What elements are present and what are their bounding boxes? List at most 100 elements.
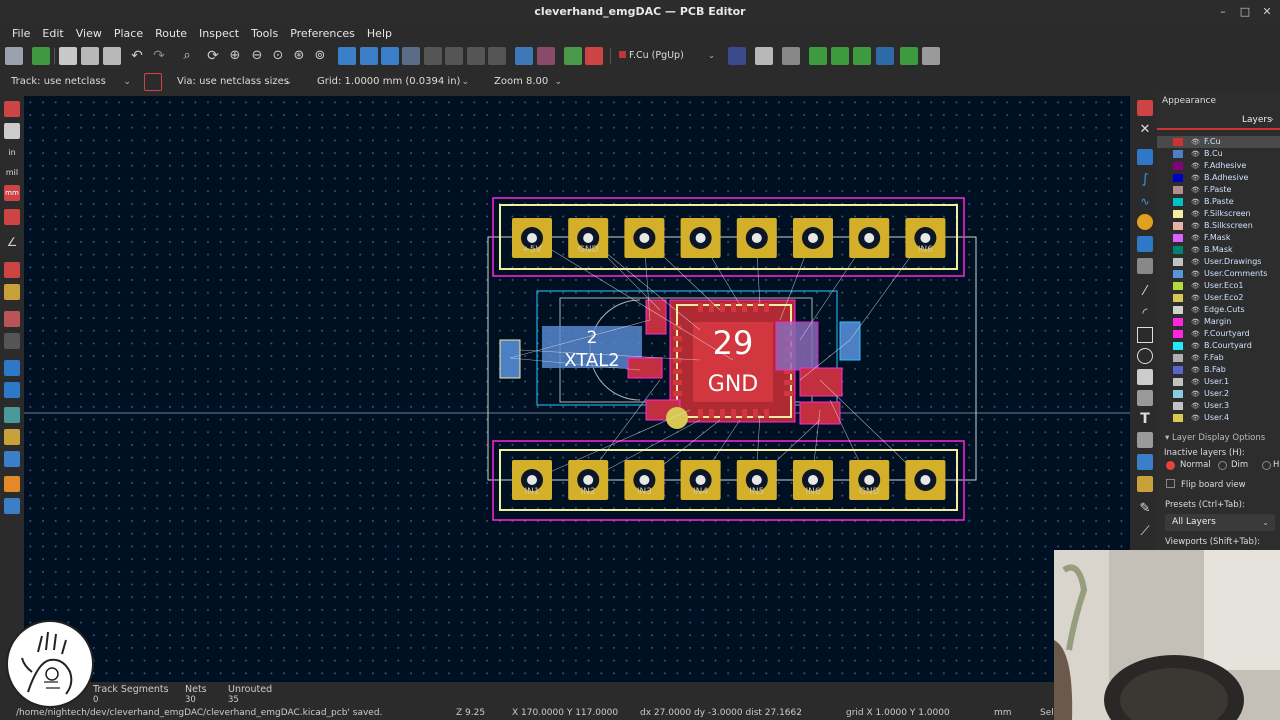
delete-icon[interactable] xyxy=(1137,476,1153,492)
measure-icon[interactable]: ✎ xyxy=(1137,501,1153,517)
layer-row-user-4[interactable]: 👁 User.4 xyxy=(1157,412,1280,424)
visibility-eye-icon[interactable]: 👁 xyxy=(1191,196,1200,208)
qfn-pin[interactable] xyxy=(673,369,682,374)
layer-color-swatch[interactable] xyxy=(1173,174,1183,182)
mm-units-icon[interactable]: mm xyxy=(4,185,20,201)
find-icon[interactable]: ⌕ xyxy=(178,47,196,65)
layer-row-margin[interactable]: 👁 Margin xyxy=(1157,316,1280,328)
zoom-in-icon[interactable]: ⊕ xyxy=(226,47,244,65)
draw-polygon-icon[interactable] xyxy=(1137,369,1153,385)
menu-view[interactable]: View xyxy=(70,24,108,44)
layer-color-swatch[interactable] xyxy=(1173,246,1183,254)
visibility-eye-icon[interactable]: 👁 xyxy=(1191,208,1200,220)
qfn-pin[interactable] xyxy=(673,325,682,330)
radio-dim-icon[interactable] xyxy=(1218,461,1227,470)
menu-place[interactable]: Place xyxy=(108,24,149,44)
layer-color-swatch[interactable] xyxy=(1173,378,1183,386)
layer-color-swatch[interactable] xyxy=(1173,222,1183,230)
visibility-eye-icon[interactable]: 👁 xyxy=(1191,160,1200,172)
layers-manager-icon[interactable] xyxy=(4,429,20,445)
ruler-icon[interactable]: ⟋ xyxy=(1137,524,1153,540)
qfn-pin[interactable] xyxy=(698,409,703,418)
plugin-icon[interactable] xyxy=(853,47,871,65)
plugin-icon[interactable] xyxy=(876,47,894,65)
layer-row-user-eco2[interactable]: 👁 User.Eco2 xyxy=(1157,292,1280,304)
zoom-selection-icon[interactable]: ⊚ xyxy=(311,47,329,65)
print-icon[interactable] xyxy=(81,47,99,65)
radio-dim-label[interactable]: Dim xyxy=(1231,460,1248,470)
add-zone-icon[interactable] xyxy=(1137,236,1153,252)
rotate-ccw-icon[interactable] xyxy=(338,47,356,65)
layer-color-swatch[interactable] xyxy=(1173,282,1183,290)
menu-tools[interactable]: Tools xyxy=(245,24,284,44)
visibility-eye-icon[interactable]: 👁 xyxy=(1191,400,1200,412)
visibility-eye-icon[interactable]: 👁 xyxy=(1191,352,1200,364)
radio-hide-icon[interactable] xyxy=(1262,461,1271,470)
layer-color-swatch[interactable] xyxy=(1173,330,1183,338)
add-dimension-icon[interactable] xyxy=(1137,454,1153,470)
radio-hide-label[interactable]: H xyxy=(1273,460,1279,470)
plot-icon[interactable] xyxy=(103,47,121,65)
layer-row-f-silkscreen[interactable]: 👁 F.Silkscreen xyxy=(1157,208,1280,220)
layer-color-swatch[interactable] xyxy=(1173,210,1183,218)
qfn-pin[interactable] xyxy=(742,409,747,418)
rotate-cw-icon[interactable] xyxy=(360,47,378,65)
visibility-eye-icon[interactable]: 👁 xyxy=(1191,184,1200,196)
layer-color-swatch[interactable] xyxy=(1173,342,1183,350)
draw-line-icon[interactable]: ⁄ xyxy=(1137,284,1153,300)
close-button[interactable]: ✕ xyxy=(1256,0,1278,24)
visibility-eye-icon[interactable]: 👁 xyxy=(1191,364,1200,376)
zoom-out-icon[interactable]: ⊖ xyxy=(248,47,266,65)
layer-row-b-fab[interactable]: 👁 B.Fab xyxy=(1157,364,1280,376)
qfn-pin[interactable] xyxy=(764,303,769,312)
layer-row-f-paste[interactable]: 👁 F.Paste xyxy=(1157,184,1280,196)
layer-color-swatch[interactable] xyxy=(1173,162,1183,170)
zoom-fit-icon[interactable]: ⊙ xyxy=(269,47,287,65)
menu-inspect[interactable]: Inspect xyxy=(193,24,245,44)
qfn-pin[interactable] xyxy=(709,303,714,312)
board-setup-icon[interactable] xyxy=(32,47,50,65)
visibility-eye-icon[interactable]: 👁 xyxy=(1191,376,1200,388)
draw-circle-icon[interactable] xyxy=(1137,348,1153,364)
layer-row-b-silkscreen[interactable]: 👁 B.Silkscreen xyxy=(1157,220,1280,232)
minimize-button[interactable]: – xyxy=(1212,0,1234,24)
flip-icon[interactable] xyxy=(381,47,399,65)
layer-color-swatch[interactable] xyxy=(1173,366,1183,374)
qfn-pin[interactable] xyxy=(720,409,725,418)
plugin-icon[interactable] xyxy=(922,47,940,65)
high-contrast-icon[interactable] xyxy=(4,407,20,423)
visibility-eye-icon[interactable]: 👁 xyxy=(1191,232,1200,244)
visibility-eye-icon[interactable]: 👁 xyxy=(1191,220,1200,232)
layer-color-swatch[interactable] xyxy=(1173,198,1183,206)
layer-color-swatch[interactable] xyxy=(1173,402,1183,410)
visibility-eye-icon[interactable]: 👁 xyxy=(1191,280,1200,292)
qfn-pin[interactable] xyxy=(720,303,725,312)
menu-route[interactable]: Route xyxy=(149,24,193,44)
layer-row-f-adhesive[interactable]: 👁 F.Adhesive xyxy=(1157,160,1280,172)
layer-row-edge-cuts[interactable]: 👁 Edge.Cuts xyxy=(1157,304,1280,316)
unlock-icon[interactable] xyxy=(488,47,506,65)
layer-row-f-mask[interactable]: 👁 F.Mask xyxy=(1157,232,1280,244)
layer-color-swatch[interactable] xyxy=(1173,258,1183,266)
tab-layers[interactable]: Layers › xyxy=(1157,112,1280,130)
cursor-shape-icon[interactable] xyxy=(4,209,20,225)
track-width-lock-icon[interactable] xyxy=(144,73,162,91)
redo-icon[interactable]: ↷ xyxy=(150,47,168,65)
layer-row-user-3[interactable]: 👁 User.3 xyxy=(1157,400,1280,412)
layer-row-b-courtyard[interactable]: 👁 B.Courtyard xyxy=(1157,340,1280,352)
visibility-eye-icon[interactable]: 👁 xyxy=(1191,316,1200,328)
layer-display-options-toggle[interactable]: ▾ Layer Display Options xyxy=(1165,433,1265,443)
radio-normal-icon[interactable] xyxy=(1166,461,1175,470)
layer-row-f-fab[interactable]: 👁 F.Fab xyxy=(1157,352,1280,364)
drc-icon[interactable] xyxy=(585,47,603,65)
plugin-icon[interactable] xyxy=(831,47,849,65)
layer-color-swatch[interactable] xyxy=(1173,186,1183,194)
mil-units-icon[interactable]: mil xyxy=(4,165,20,181)
layer-color-swatch[interactable] xyxy=(1173,318,1183,326)
qfn-pin[interactable] xyxy=(673,347,682,352)
qfn-pin[interactable] xyxy=(731,303,736,312)
track-width-select[interactable]: Track: use netclass width⌄ xyxy=(5,72,135,107)
layer-color-swatch[interactable] xyxy=(1173,414,1183,422)
add-via-icon[interactable] xyxy=(1137,214,1153,230)
net-inspector-icon[interactable] xyxy=(4,451,20,467)
